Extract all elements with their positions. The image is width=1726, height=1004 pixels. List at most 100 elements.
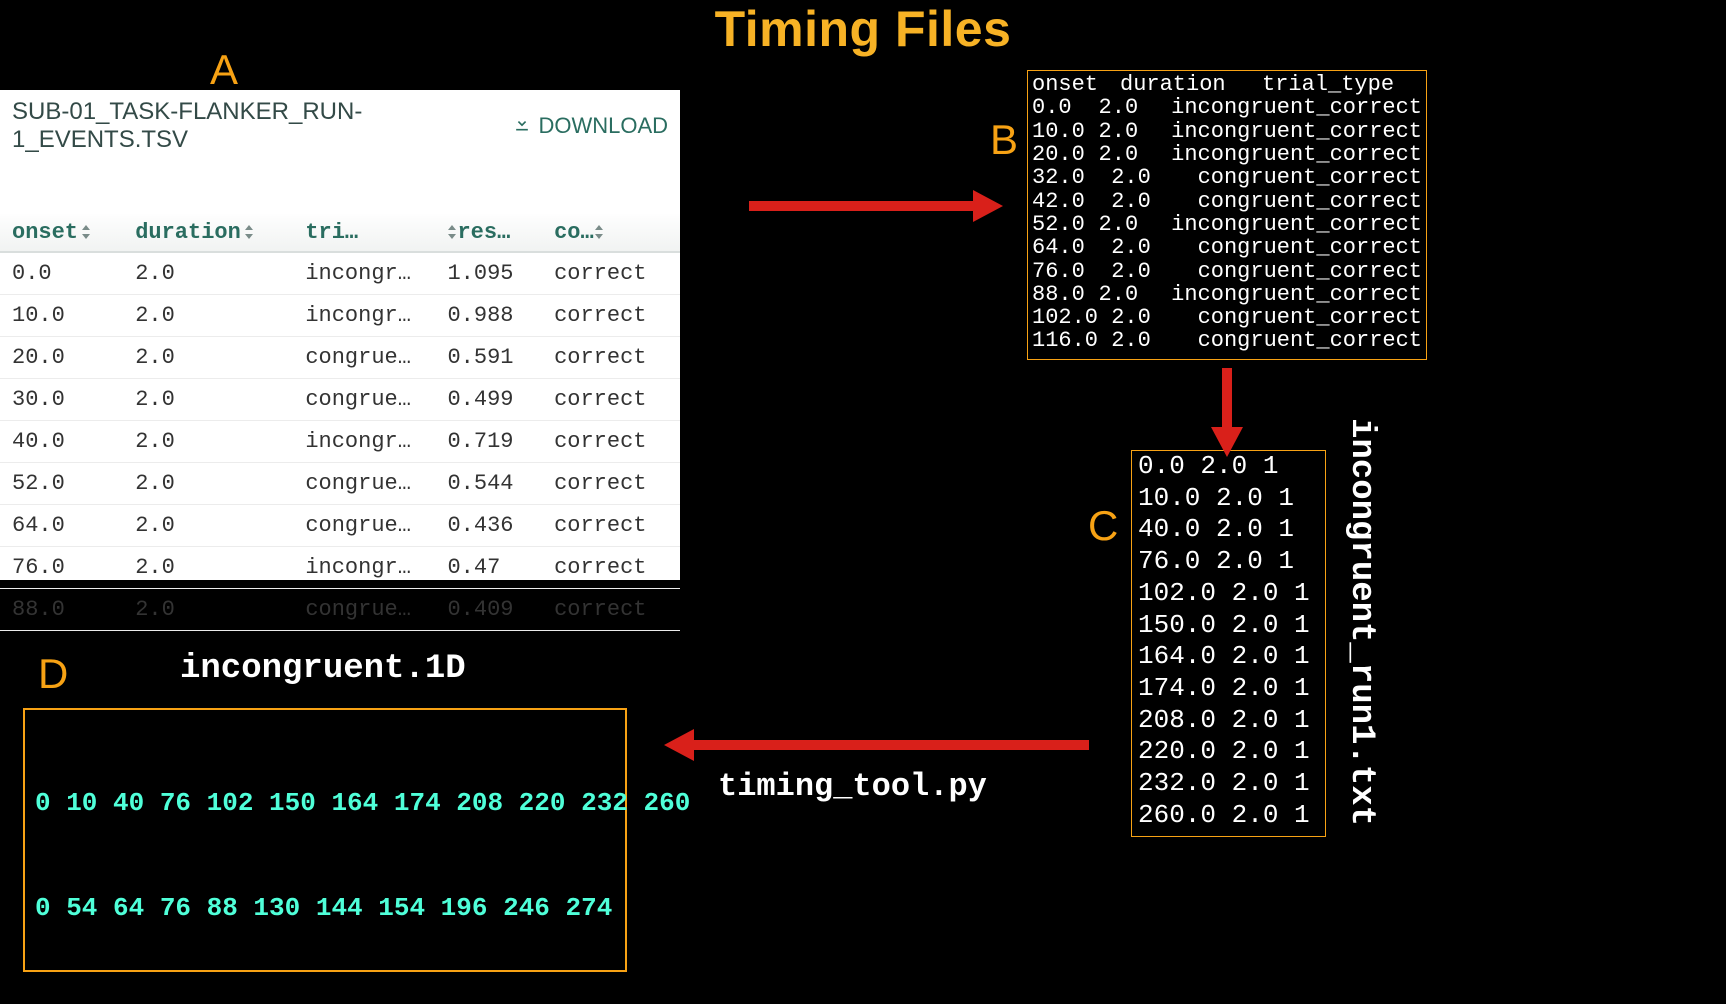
arrow-head-icon (973, 190, 1003, 222)
terminal-row: 10.02.0incongruent_correct (1032, 120, 1422, 143)
val-onset: 64.0 (1032, 236, 1111, 259)
cell-trial-type: congruent… (293, 379, 435, 421)
col-trial-type[interactable]: tri… (293, 214, 435, 252)
three-col-row: 164.0 2.0 1 (1138, 641, 1319, 673)
arrow-head-icon (664, 729, 694, 761)
sort-icon (241, 220, 255, 245)
val-duration: 2.0 (1111, 260, 1197, 283)
cell-trial-type: incongrue… (293, 252, 435, 295)
cell-trial-type: congruent… (293, 505, 435, 547)
panel-label-a: A (210, 46, 238, 94)
val-duration: 2.0 (1099, 213, 1172, 236)
cell-correct: correct (542, 421, 680, 463)
three-col-row: 232.0 2.0 1 (1138, 768, 1319, 800)
download-button[interactable]: DOWNLOAD (512, 113, 668, 139)
cell-correct: correct (542, 547, 680, 589)
cell-response: 0.499 (435, 379, 542, 421)
events-table: onset duration tri… res… co… 0.02.0incon… (0, 214, 680, 631)
terminal-row: 42.02.0congruent_correct (1032, 190, 1422, 213)
val-trial-type: incongruent_correct (1171, 120, 1422, 143)
val-duration: 2.0 (1111, 236, 1197, 259)
cell-onset: 20.0 (0, 337, 123, 379)
val-trial-type: incongruent_correct (1171, 143, 1422, 166)
cell-onset: 52.0 (0, 463, 123, 505)
table-row: 20.02.0congruent…0.591correct (0, 337, 680, 379)
cell-onset: 10.0 (0, 295, 123, 337)
terminal-row: 102.02.0congruent_correct (1032, 306, 1422, 329)
panel-label-c: C (1088, 502, 1118, 550)
hdr-onset: onset (1032, 73, 1120, 96)
events-table-header: onset duration tri… res… co… (0, 214, 680, 252)
table-row: 30.02.0congruent…0.499correct (0, 379, 680, 421)
cell-duration: 2.0 (123, 252, 293, 295)
cell-response: 0.47 (435, 547, 542, 589)
onedim-row2: 0 54 64 76 88 130 144 154 196 246 274 (35, 891, 615, 926)
table-row: 76.02.0incongrue…0.47correct (0, 547, 680, 589)
hdr-trial-type: trial_type (1262, 73, 1394, 96)
three-col-row: 174.0 2.0 1 (1138, 673, 1319, 705)
three-col-row: 76.0 2.0 1 (1138, 546, 1319, 578)
col-onset[interactable]: onset (0, 214, 123, 252)
val-onset: 20.0 (1032, 143, 1099, 166)
val-duration: 2.0 (1099, 143, 1172, 166)
cell-onset: 30.0 (0, 379, 123, 421)
three-col-row: 208.0 2.0 1 (1138, 705, 1319, 737)
sort-icon (78, 220, 92, 245)
panel-c-three-col: 0.0 2.0 110.0 2.0 140.0 2.0 176.0 2.0 11… (1131, 450, 1326, 837)
cell-duration: 2.0 (123, 421, 293, 463)
cell-trial-type: congruent… (293, 463, 435, 505)
val-onset: 116.0 (1032, 329, 1111, 352)
terminal-row: 116.02.0congruent_correct (1032, 329, 1422, 352)
three-col-row: 260.0 2.0 1 (1138, 800, 1319, 832)
cell-duration: 2.0 (123, 505, 293, 547)
panel-a-tsv-browser: SUB-01_TASK-FLANKER_RUN-1_EVENTS.TSV DOW… (0, 90, 680, 580)
page-title: Timing Files (0, 0, 1726, 58)
panel-label-d: D (38, 650, 68, 698)
arrow-b-to-c (1222, 368, 1232, 428)
col-response[interactable]: res… (435, 214, 542, 252)
panel-b-terminal: onsetdurationtrial_type0.02.0incongruent… (1027, 70, 1427, 360)
val-onset: 0.0 (1032, 96, 1099, 119)
val-duration: 2.0 (1099, 96, 1172, 119)
terminal-header: onsetdurationtrial_type (1032, 73, 1422, 96)
val-trial-type: congruent_correct (1198, 190, 1422, 213)
panel-label-b: B (990, 116, 1018, 164)
val-trial-type: congruent_correct (1198, 329, 1422, 352)
cell-onset: 0.0 (0, 252, 123, 295)
terminal-row: 52.02.0incongruent_correct (1032, 213, 1422, 236)
download-label: DOWNLOAD (538, 113, 668, 139)
val-trial-type: incongruent_correct (1171, 213, 1422, 236)
val-trial-type: congruent_correct (1198, 260, 1422, 283)
three-col-row: 10.0 2.0 1 (1138, 483, 1319, 515)
val-duration: 2.0 (1111, 166, 1197, 189)
panel-d-onedim: 0 10 40 76 102 150 164 174 208 220 232 2… (23, 708, 627, 972)
val-onset: 32.0 (1032, 166, 1111, 189)
three-col-row: 102.0 2.0 1 (1138, 578, 1319, 610)
cell-correct: correct (542, 337, 680, 379)
col-correct[interactable]: co… (542, 214, 680, 252)
cell-response: 0.719 (435, 421, 542, 463)
val-trial-type: congruent_correct (1198, 166, 1422, 189)
cell-response: 0.988 (435, 295, 542, 337)
col-duration[interactable]: duration (123, 214, 293, 252)
download-icon (512, 113, 532, 139)
onedim-row1: 0 10 40 76 102 150 164 174 208 220 232 2… (35, 786, 615, 821)
val-onset: 52.0 (1032, 213, 1099, 236)
arrow-head-icon (1211, 427, 1243, 457)
val-duration: 2.0 (1111, 329, 1197, 352)
cell-trial-type: incongrue… (293, 421, 435, 463)
val-trial-type: incongruent_correct (1171, 96, 1422, 119)
table-row: 0.02.0incongrue…1.095correct (0, 252, 680, 295)
cell-response: 1.095 (435, 252, 542, 295)
terminal-row: 0.02.0incongruent_correct (1032, 96, 1422, 119)
cell-response: 0.409 (435, 589, 542, 631)
sort-icon (594, 220, 604, 245)
hdr-duration: duration (1120, 73, 1262, 96)
val-trial-type: congruent_correct (1198, 306, 1422, 329)
cell-trial-type: congruent… (293, 589, 435, 631)
cell-response: 0.544 (435, 463, 542, 505)
val-duration: 2.0 (1099, 283, 1172, 306)
cell-correct: correct (542, 379, 680, 421)
cell-response: 0.591 (435, 337, 542, 379)
terminal-row: 32.02.0congruent_correct (1032, 166, 1422, 189)
